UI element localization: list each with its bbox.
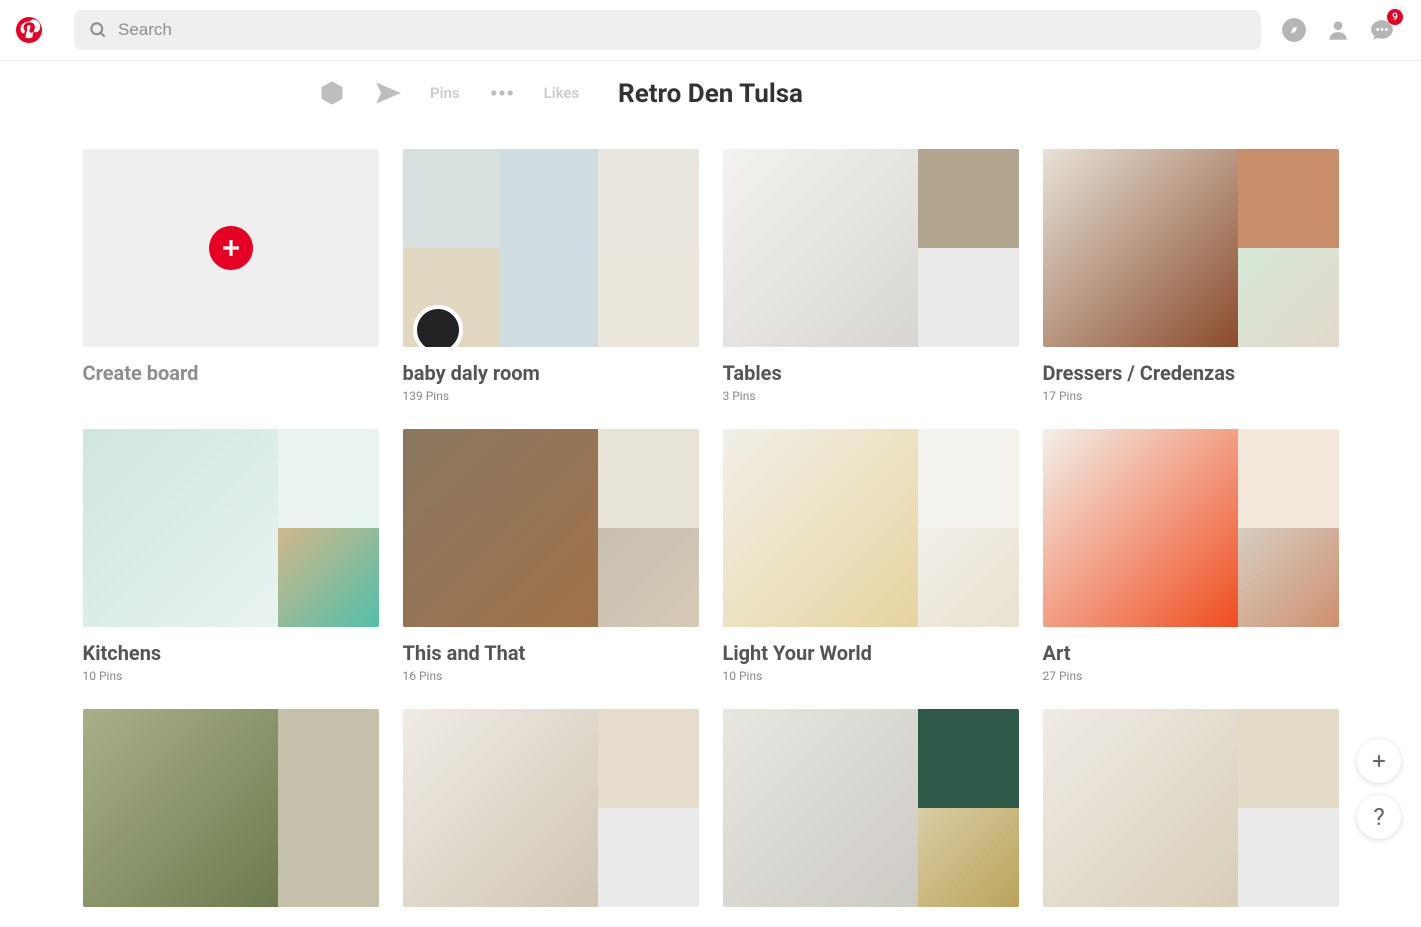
board-cover[interactable] [723, 709, 1019, 907]
profile-icon[interactable] [1325, 17, 1351, 43]
board-cover[interactable] [403, 709, 699, 907]
board-count: 16 Pins [403, 669, 699, 683]
notification-badge: 9 [1387, 9, 1403, 25]
boards-tab-icon[interactable] [318, 79, 346, 107]
board-cover[interactable] [723, 429, 1019, 627]
board-title: baby daly room [403, 361, 699, 385]
board-cover[interactable] [1043, 709, 1339, 907]
board-count: 10 Pins [723, 669, 1019, 683]
search-input[interactable] [118, 20, 1247, 40]
profile-tabs: Pins Likes [318, 79, 579, 107]
board-card[interactable]: Art 27 Pins [1043, 429, 1339, 683]
header-bar: 9 [0, 0, 1421, 61]
board-card[interactable] [83, 709, 379, 907]
board-card[interactable]: Kitchens 10 Pins [83, 429, 379, 683]
board-cover[interactable] [403, 149, 699, 347]
search-icon [88, 20, 108, 40]
board-cover[interactable] [403, 429, 699, 627]
header-actions: 9 [1281, 17, 1405, 43]
board-card[interactable] [403, 709, 699, 907]
search-bar[interactable] [74, 10, 1261, 50]
board-card[interactable]: Tables 3 Pins [723, 149, 1019, 403]
board-count: 10 Pins [83, 669, 379, 683]
tab-pins[interactable]: Pins [430, 84, 460, 102]
board-title: Light Your World [723, 641, 1019, 665]
page-title: Retro Den Tulsa [618, 79, 803, 109]
boards-grid: Create board baby daly room 139 Pins Tabl… [71, 149, 1351, 907]
fab-column: ? [1357, 739, 1401, 839]
tab-likes[interactable]: Likes [544, 84, 580, 102]
board-count: 17 Pins [1043, 389, 1339, 403]
board-cover[interactable] [723, 149, 1019, 347]
help-fab[interactable]: ? [1357, 795, 1401, 839]
add-icon [209, 226, 253, 270]
board-cover[interactable] [1043, 149, 1339, 347]
board-card[interactable]: baby daly room 139 Pins [403, 149, 699, 403]
board-count: 3 Pins [723, 389, 1019, 403]
board-title: Tables [723, 361, 1019, 385]
board-title: Art [1043, 641, 1339, 665]
board-cover[interactable] [83, 429, 379, 627]
board-cover[interactable] [83, 709, 379, 907]
chat-icon[interactable]: 9 [1369, 17, 1395, 43]
create-board[interactable]: Create board [83, 149, 379, 403]
compass-icon[interactable] [1281, 17, 1307, 43]
create-board-cover[interactable] [83, 149, 379, 347]
board-title: This and That [403, 641, 699, 665]
more-icon[interactable] [488, 79, 516, 107]
board-card[interactable] [723, 709, 1019, 907]
create-board-label: Create board [83, 361, 379, 385]
board-card[interactable]: Dressers / Credenzas 17 Pins [1043, 149, 1339, 403]
board-card[interactable]: Light Your World 10 Pins [723, 429, 1019, 683]
board-avatar [413, 305, 463, 347]
board-count: 139 Pins [403, 389, 699, 403]
board-card[interactable] [1043, 709, 1339, 907]
add-fab[interactable] [1357, 739, 1401, 783]
board-title: Kitchens [83, 641, 379, 665]
board-count: 27 Pins [1043, 669, 1339, 683]
pinterest-logo[interactable] [16, 17, 42, 43]
profile-nav: Pins Likes Retro Den Tulsa [0, 79, 1421, 109]
board-card[interactable]: This and That 16 Pins [403, 429, 699, 683]
send-icon[interactable] [374, 79, 402, 107]
board-title: Dressers / Credenzas [1043, 361, 1339, 385]
board-cover[interactable] [1043, 429, 1339, 627]
